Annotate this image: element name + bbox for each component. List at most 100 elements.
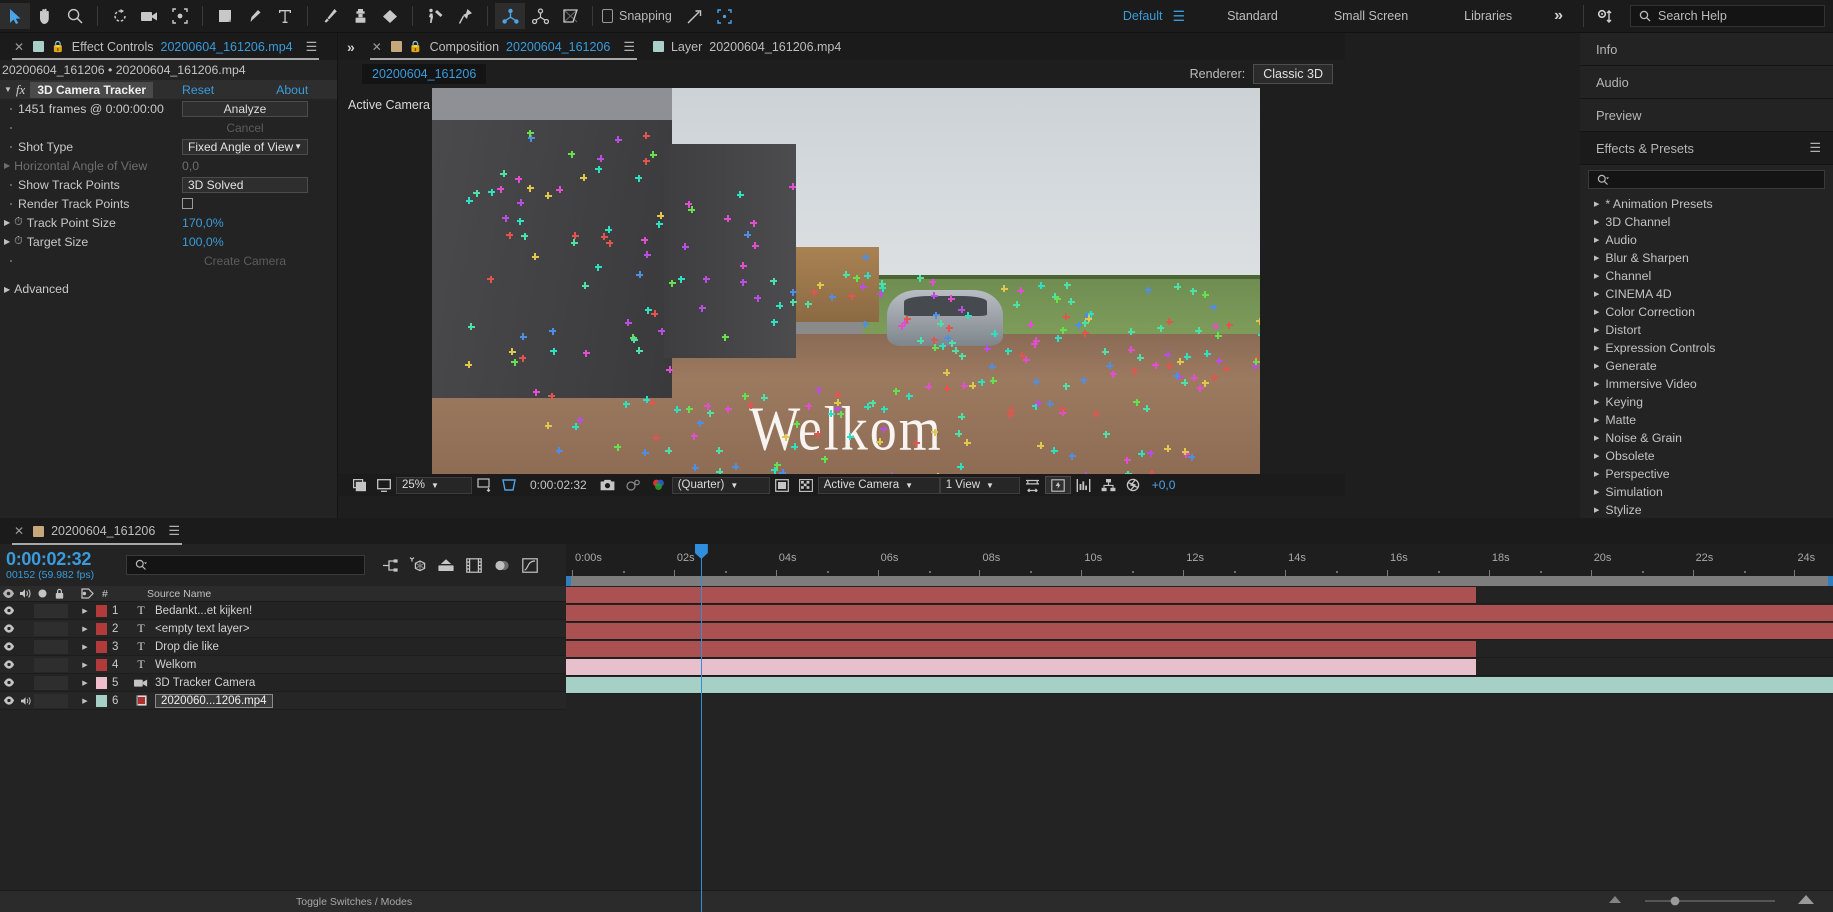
brush-tool[interactable] <box>315 3 345 29</box>
timeline-search-input[interactable] <box>126 555 365 575</box>
layer-duration-bar[interactable] <box>566 641 1476 657</box>
main-viewer-icon[interactable] <box>372 476 396 494</box>
snap-vertex-icon[interactable] <box>680 3 710 29</box>
take-snapshot-icon[interactable] <box>595 476 620 494</box>
effects-category-item[interactable]: ▶ Color Correction <box>1580 303 1833 321</box>
grid-guides-icon[interactable] <box>496 476 522 494</box>
timeline-graph-icon[interactable] <box>1071 476 1096 494</box>
effects-category-item[interactable]: ▶ Distort <box>1580 321 1833 339</box>
composition-breadcrumb[interactable]: 20200604_161206 <box>362 64 487 84</box>
layer-lock-toggle[interactable] <box>51 621 68 636</box>
advanced-row[interactable]: ▶ Advanced <box>0 270 337 296</box>
chevron-down-icon[interactable]: ▼ <box>4 85 12 94</box>
close-icon[interactable]: ✕ <box>372 40 382 54</box>
layer-duration-bar[interactable] <box>566 587 1476 603</box>
unified-camera-tool[interactable] <box>495 3 525 29</box>
layer-expand-toggle[interactable]: ▶ <box>76 679 94 687</box>
chevron-right-icon[interactable]: ▶ <box>1594 362 1599 370</box>
snapping-checkbox[interactable] <box>602 9 613 23</box>
resolution-dropdown[interactable]: (Quarter) ▼ <box>671 476 770 494</box>
chevron-right-icon[interactable]: ▶ <box>1594 488 1599 496</box>
effects-category-item[interactable]: ▶ * Animation Presets <box>1580 195 1833 213</box>
puppet-pin-tool[interactable] <box>450 3 480 29</box>
exposure-reset-icon[interactable] <box>1121 476 1145 494</box>
chevron-right-icon[interactable]: ▶ <box>1594 506 1599 514</box>
layer-solo-toggle[interactable] <box>34 657 51 672</box>
layer-visibility-toggle[interactable] <box>0 624 17 633</box>
snapping-toggle[interactable]: Snapping <box>602 9 672 23</box>
always-preview-icon[interactable] <box>348 476 372 494</box>
effects-category-item[interactable]: ▶ Channel <box>1580 267 1833 285</box>
panel-overflow-icon[interactable]: » <box>338 39 364 55</box>
workspace-libraries[interactable]: Libraries <box>1436 9 1540 23</box>
effects-category-item[interactable]: ▶ Perspective <box>1580 465 1833 483</box>
chevron-right-icon[interactable]: ▶ <box>1594 344 1599 352</box>
effects-category-item[interactable]: ▶ Stylize <box>1580 501 1833 519</box>
tab-timeline[interactable]: ✕ 20200604_161206 ☰ <box>6 518 188 545</box>
tab-layer[interactable]: Layer 20200604_161206.mp4 <box>643 40 851 54</box>
show-track-points-dropdown[interactable]: 3D Solved <box>182 176 308 193</box>
layer-expand-toggle[interactable]: ▶ <box>76 643 94 651</box>
work-area-bar[interactable] <box>566 576 1833 586</box>
effects-category-item[interactable]: ▶ CINEMA 4D <box>1580 285 1833 303</box>
layer-expand-toggle[interactable]: ▶ <box>76 661 94 669</box>
panel-menu-icon[interactable]: ☰ <box>306 39 318 55</box>
layer-duration-bar[interactable] <box>566 659 1476 675</box>
shot-type-dropdown[interactable]: Fixed Angle of View ▼ <box>182 138 308 155</box>
layer-label-color[interactable] <box>94 622 108 635</box>
timeline-timecode[interactable]: 0:00:02:32 <box>6 549 112 570</box>
effects-category-item[interactable]: ▶ Expression Controls <box>1580 339 1833 357</box>
analyze-button[interactable]: Analyze <box>182 100 308 117</box>
timeline-zoom-out-icon[interactable] <box>1607 893 1623 911</box>
timeline-zoom-in-icon[interactable] <box>1797 893 1815 911</box>
selection-tool[interactable] <box>0 3 30 29</box>
type-tool[interactable] <box>270 3 300 29</box>
chevron-right-icon[interactable]: ▶ <box>1594 272 1599 280</box>
layer-lock-toggle[interactable] <box>51 603 68 618</box>
layer-label-color[interactable] <box>94 604 108 617</box>
layer-label-color[interactable] <box>94 694 108 707</box>
comp-flowchart-icon[interactable] <box>1096 476 1121 494</box>
stopwatch-icon[interactable]: ⏱ <box>14 235 23 248</box>
layer-duration-bar[interactable] <box>566 605 1833 621</box>
layer-expand-toggle[interactable]: ▶ <box>76 625 94 633</box>
panel-menu-icon[interactable]: ☰ <box>168 523 180 539</box>
panel-info[interactable]: Info <box>1580 33 1833 66</box>
timeline-track[interactable] <box>566 604 1833 622</box>
chevron-right-icon[interactable]: ▶ <box>1594 236 1599 244</box>
orbit-camera-tool[interactable] <box>525 3 555 29</box>
layer-solo-toggle[interactable] <box>34 639 51 654</box>
channel-rgb-icon[interactable] <box>646 476 672 494</box>
effects-category-item[interactable]: ▶ Simulation <box>1580 483 1833 501</box>
work-area-start-handle[interactable] <box>566 576 571 586</box>
zoom-level-dropdown[interactable]: 25% ▼ <box>396 476 472 494</box>
lock-icon[interactable]: 🔒 <box>409 40 423 53</box>
chevron-right-icon[interactable]: ▶ <box>1594 254 1599 262</box>
layer-lock-toggle[interactable] <box>51 675 68 690</box>
workspace-menu-icon[interactable]: ☰ <box>1173 8 1200 25</box>
composition-canvas[interactable]: Welkom <box>432 88 1260 485</box>
effects-category-item[interactable]: ▶ Obsolete <box>1580 447 1833 465</box>
chevron-right-icon[interactable]: ▶ <box>1594 398 1599 406</box>
chevron-right-icon[interactable]: ▶ <box>4 285 10 294</box>
reset-link[interactable]: Reset <box>182 83 214 97</box>
transparency-grid-icon[interactable] <box>794 476 818 494</box>
effects-category-item[interactable]: ▶ Keying <box>1580 393 1833 411</box>
timeline-track[interactable] <box>566 586 1833 604</box>
layer-label-color[interactable] <box>94 658 108 671</box>
chevron-right-icon[interactable]: ▶ <box>4 218 10 227</box>
layer-lock-toggle[interactable] <box>51 693 68 708</box>
workspace-small-screen[interactable]: Small Screen <box>1306 9 1436 23</box>
effects-category-item[interactable]: ▶ Noise & Grain <box>1580 429 1833 447</box>
pen-tool[interactable] <box>240 3 270 29</box>
stopwatch-icon[interactable]: ⏱ <box>14 216 23 229</box>
effects-search-input[interactable] <box>1588 170 1825 189</box>
rotation-tool[interactable] <box>105 3 135 29</box>
region-of-interest-icon[interactable] <box>472 476 496 494</box>
chevron-right-icon[interactable]: ▶ <box>1594 290 1599 298</box>
layer-lock-toggle[interactable] <box>51 639 68 654</box>
layer-expand-toggle[interactable]: ▶ <box>76 697 94 705</box>
timeline-track[interactable] <box>566 676 1833 694</box>
workspace-overflow-icon[interactable]: » <box>1540 7 1577 25</box>
chevron-right-icon[interactable]: ▶ <box>1594 200 1599 208</box>
